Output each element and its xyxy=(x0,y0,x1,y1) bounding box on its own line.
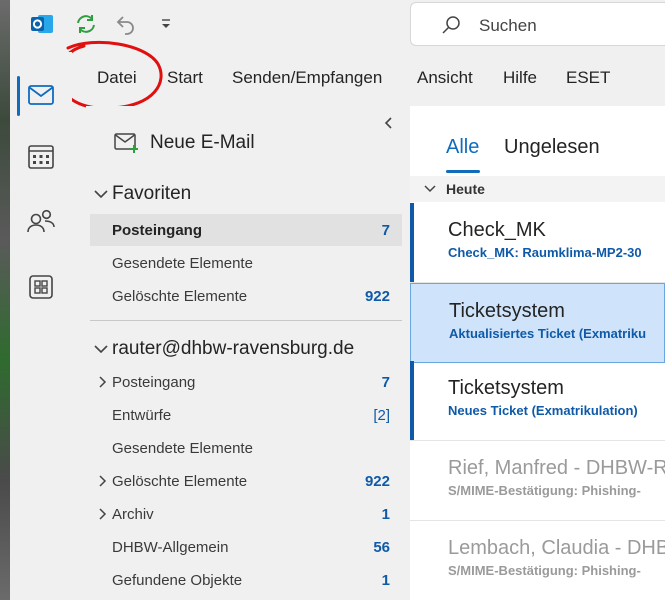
message-item[interactable]: Rief, Manfred - DHBW-R S/MIME-Bestätigun… xyxy=(410,441,665,521)
rail-calendar-button[interactable] xyxy=(22,138,60,176)
chevron-right-icon[interactable] xyxy=(98,508,108,520)
account-folder-found-items[interactable]: Gefundene Objekte 1 xyxy=(90,564,402,596)
account-title: rauter@dhbw-ravensburg.de xyxy=(112,338,355,359)
favorites-title: Favoriten xyxy=(112,183,192,204)
account-folder-archive[interactable]: Archiv 1 xyxy=(90,498,402,530)
outlook-logo-icon xyxy=(31,15,53,33)
group-header-today[interactable]: Heute xyxy=(410,176,665,202)
search-placeholder: Suchen xyxy=(479,16,537,35)
app-navigation-rail xyxy=(10,52,72,600)
rail-mail-button[interactable] xyxy=(22,76,60,114)
chevron-right-icon[interactable] xyxy=(98,376,108,388)
group-label: Heute xyxy=(446,181,485,197)
menu-help[interactable]: Hilfe xyxy=(503,68,537,88)
message-item[interactable]: Check_MK Check_MK: Raumklima-MP2-30 xyxy=(410,203,665,283)
folder-count: 1 xyxy=(381,505,390,523)
rail-people-button[interactable] xyxy=(22,202,60,240)
chevron-down-icon xyxy=(94,345,108,354)
sync-icon[interactable] xyxy=(74,12,98,36)
folder-name: Archiv xyxy=(112,505,154,523)
folder-name: Gefundene Objekte xyxy=(112,571,243,589)
menu-send-receive[interactable]: Senden/Empfangen xyxy=(232,68,382,88)
calendar-icon xyxy=(28,145,54,169)
message-subject: Aktualisiertes Ticket (Exmatriku xyxy=(449,326,647,341)
account-folder-drafts[interactable]: Entwürfe [2] xyxy=(90,399,402,431)
undo-icon[interactable] xyxy=(114,12,138,36)
message-item-selected[interactable]: Ticketsystem Aktualisiertes Ticket (Exma… xyxy=(410,283,665,363)
message-subject: S/MIME-Bestätigung: Phishing- xyxy=(448,483,641,498)
folder-count: 922 xyxy=(364,472,390,490)
new-mail-button[interactable]: Neue E-Mail xyxy=(114,128,255,158)
folder-name: Gesendete Elemente xyxy=(112,439,253,457)
account-folder-sent-items[interactable]: Gesendete Elemente xyxy=(90,432,402,464)
message-subject: Check_MK: Raumklima-MP2-30 xyxy=(448,245,642,260)
collapse-pane-icon[interactable] xyxy=(382,116,396,130)
active-tab-indicator xyxy=(446,170,480,173)
unread-indicator xyxy=(410,203,414,282)
message-subject: Neues Ticket (Exmatrikulation) xyxy=(448,403,638,418)
favorites-header[interactable]: Favoriten xyxy=(94,179,191,209)
section-divider xyxy=(90,320,402,321)
message-sender: Rief, Manfred - DHBW-R xyxy=(448,457,665,479)
unread-indicator xyxy=(410,361,414,440)
favorite-deleted-items[interactable]: Gelöschte Elemente 922 xyxy=(90,280,402,312)
folder-count: 7 xyxy=(381,221,390,239)
folder-count: 56 xyxy=(373,538,390,556)
new-mail-label: Neue E-Mail xyxy=(150,132,255,153)
folder-count: 922 xyxy=(364,287,390,305)
chevron-down-icon xyxy=(424,185,436,193)
menu-eset[interactable]: ESET xyxy=(566,68,610,88)
message-sender: Ticketsystem xyxy=(449,300,565,322)
folder-count: 1 xyxy=(381,571,390,589)
folder-name: Posteingang xyxy=(112,221,203,239)
rail-apps-button[interactable] xyxy=(22,268,60,306)
account-header[interactable]: rauter@dhbw-ravensburg.de xyxy=(94,334,354,364)
mail-icon xyxy=(28,85,54,105)
folder-name: Gesendete Elemente xyxy=(112,254,253,272)
message-item[interactable]: Ticketsystem Neues Ticket (Exmatrikulati… xyxy=(410,361,665,441)
tab-unread[interactable]: Ungelesen xyxy=(504,136,600,159)
desktop-background-strip xyxy=(0,0,10,600)
account-folder-deleted-items[interactable]: Gelöschte Elemente 922 xyxy=(90,465,402,497)
folder-name: Gelöschte Elemente xyxy=(112,472,248,490)
account-folder-dhbw-allgemein[interactable]: DHBW-Allgemein 56 xyxy=(90,531,402,563)
rail-active-indicator xyxy=(17,76,20,116)
message-sender: Check_MK xyxy=(448,219,546,241)
folder-count: [2] xyxy=(373,406,390,424)
folder-name: Entwürfe xyxy=(112,406,172,424)
favorite-inbox[interactable]: Posteingang 7 xyxy=(90,214,402,246)
customize-toolbar-icon[interactable] xyxy=(158,16,174,32)
message-sender: Ticketsystem xyxy=(448,377,564,399)
people-icon xyxy=(27,209,55,233)
apps-icon xyxy=(29,275,53,299)
search-box[interactable]: Suchen xyxy=(410,2,665,46)
folder-name: Posteingang xyxy=(112,373,196,391)
menu-start[interactable]: Start xyxy=(167,68,203,88)
folder-name: DHBW-Allgemein xyxy=(112,538,229,556)
message-list: Alle Ungelesen Heute Check_MK Check_MK: … xyxy=(410,106,665,600)
tab-all[interactable]: Alle xyxy=(446,136,479,159)
message-sender: Lembach, Claudia - DHBV xyxy=(448,537,665,559)
new-mail-icon xyxy=(114,133,138,153)
search-icon xyxy=(442,16,460,34)
folder-pane: Neue E-Mail Favoriten Posteingang 7 Gese… xyxy=(86,106,404,600)
favorite-sent-items[interactable]: Gesendete Elemente xyxy=(90,247,402,279)
folder-name: Gelöschte Elemente xyxy=(112,287,248,305)
message-item[interactable]: Lembach, Claudia - DHBV S/MIME-Bestätigu… xyxy=(410,521,665,600)
chevron-down-icon xyxy=(94,190,108,199)
folder-count: 7 xyxy=(381,373,390,391)
account-folder-inbox[interactable]: Posteingang 7 xyxy=(90,366,402,398)
chevron-right-icon[interactable] xyxy=(98,475,108,487)
menu-view[interactable]: Ansicht xyxy=(417,68,473,88)
message-subject: S/MIME-Bestätigung: Phishing- xyxy=(448,563,641,578)
